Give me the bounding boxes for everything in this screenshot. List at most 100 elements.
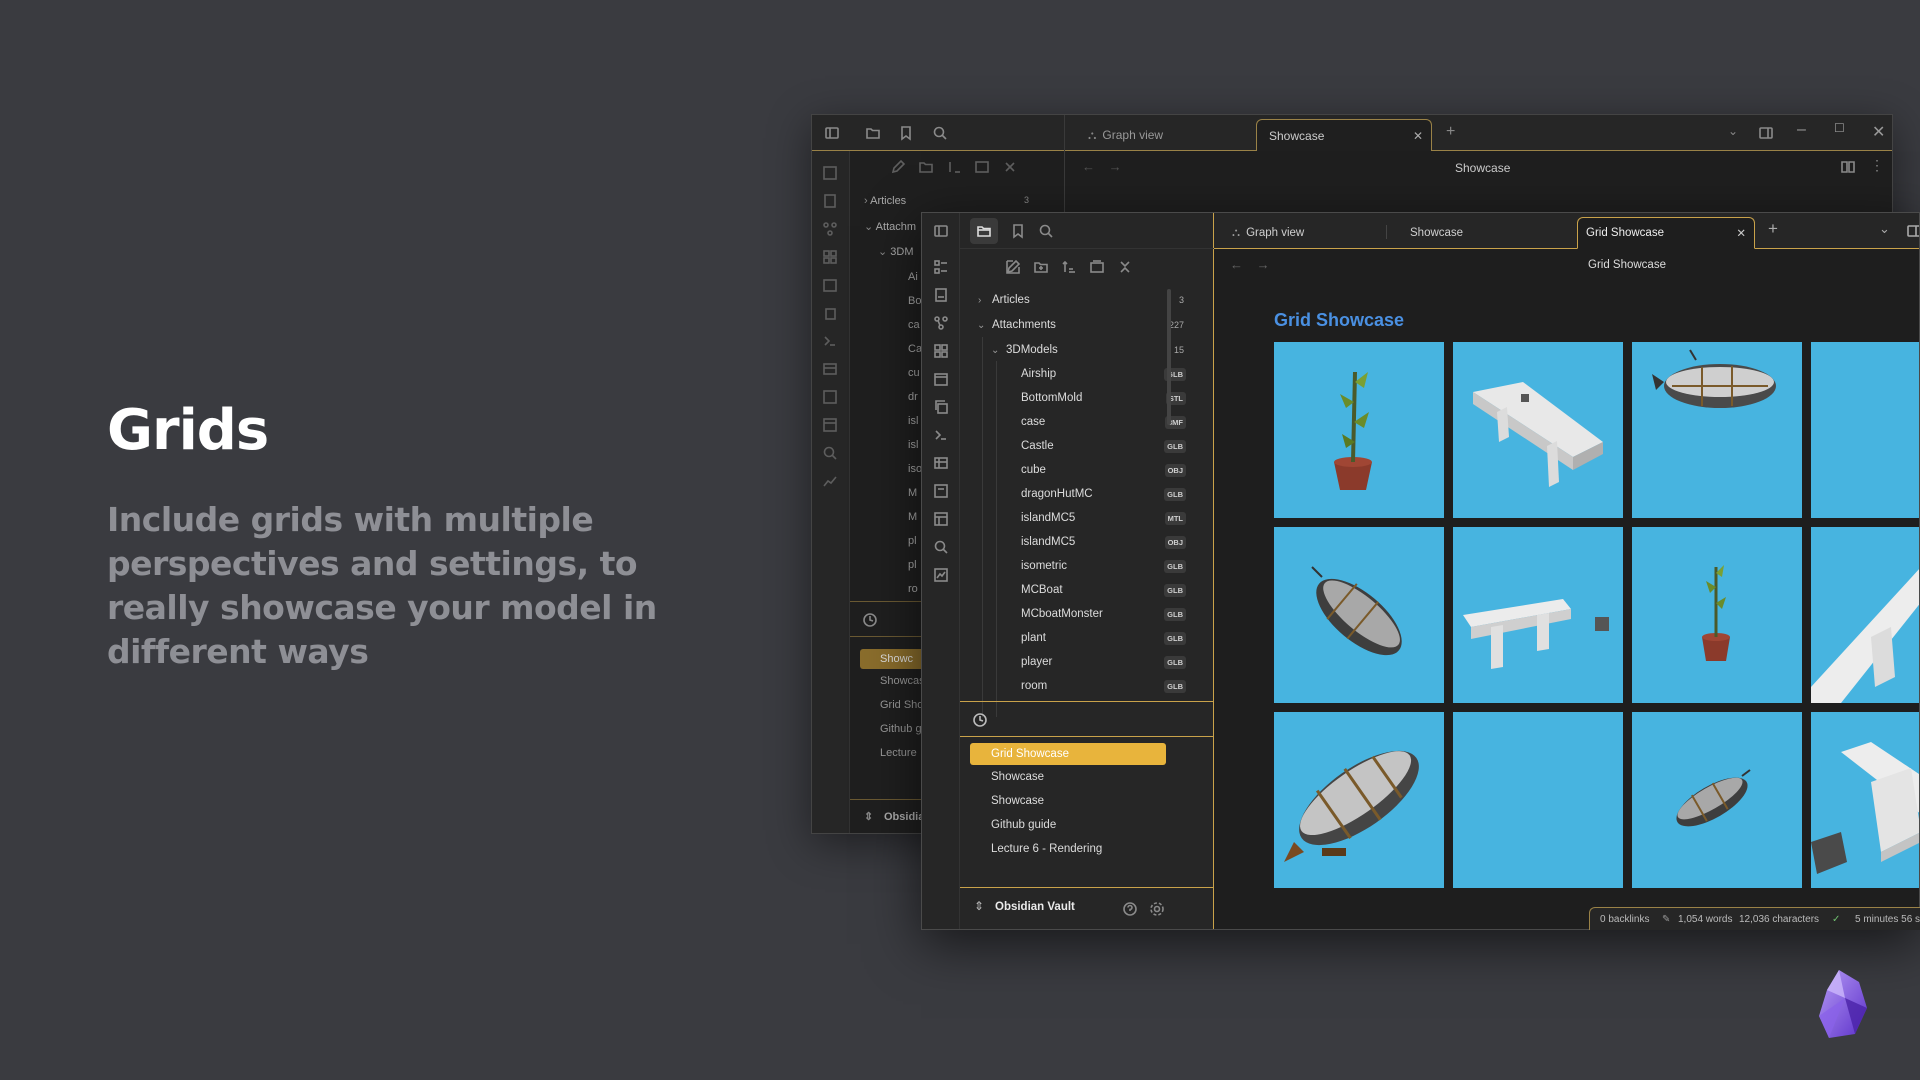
back-tree-item[interactable]: isl [908, 439, 918, 451]
files-icon[interactable] [822, 193, 838, 209]
sort-icon[interactable] [946, 159, 962, 175]
tab-grid-showcase[interactable]: Grid Showcase ✕ [1577, 217, 1755, 249]
tree-file[interactable]: islandMC5 OBJ [960, 531, 1214, 553]
forward-arrow-icon[interactable]: → [1257, 257, 1270, 272]
edit-pencil-icon[interactable]: ✎ [1662, 914, 1670, 925]
back-tree-item[interactable]: M [908, 511, 917, 523]
back-tab-showcase[interactable]: Showcase ✕ [1256, 119, 1432, 151]
calendar-icon[interactable] [822, 277, 838, 293]
grid-cell-bench[interactable] [1811, 712, 1919, 888]
tree-folder-3dmodels[interactable]: ⌄ 3DModels 15 [960, 339, 1214, 361]
search-icon[interactable] [933, 539, 949, 555]
tree-file[interactable]: plant GLB [960, 627, 1214, 649]
grid-icon[interactable] [933, 343, 949, 359]
bookmark-icon[interactable] [1010, 223, 1026, 239]
terminal-icon[interactable] [822, 333, 838, 349]
tree-file[interactable]: MCBoat GLB [960, 579, 1214, 601]
grid-cell-airship[interactable] [1632, 712, 1802, 888]
recent-item[interactable]: Lecture 6 - Rendering [970, 838, 1166, 860]
collapse-icon[interactable] [1089, 259, 1105, 275]
close-all-icon[interactable] [1117, 259, 1133, 275]
new-folder-icon[interactable] [918, 159, 934, 175]
files-icon[interactable] [933, 287, 949, 303]
clock-icon[interactable] [862, 612, 878, 628]
tree-file[interactable]: cube OBJ [960, 459, 1214, 481]
back-tree-item[interactable]: cu [908, 367, 920, 379]
grid-cell-bench[interactable] [1453, 527, 1623, 703]
back-tree-item[interactable]: Ca [908, 343, 922, 355]
menu-icon[interactable] [933, 259, 949, 275]
back-recent-item[interactable]: Grid Sho [880, 699, 923, 711]
back-tree-item[interactable]: isl [908, 415, 918, 427]
recent-item[interactable]: Github guide [970, 814, 1166, 836]
more-options-icon[interactable]: ⋮ [1870, 157, 1884, 174]
grid-cell-plant[interactable] [1632, 527, 1802, 703]
recent-item[interactable]: Showcase [970, 790, 1166, 812]
table-icon[interactable] [933, 455, 949, 471]
sidebar-toggle-icon[interactable] [933, 223, 949, 239]
sidebar-toggle-icon[interactable] [824, 125, 840, 141]
back-tree-attachments[interactable]: ⌄ Attachm [864, 220, 916, 233]
tree-file[interactable]: Airship GLB [960, 363, 1214, 385]
status-backlinks[interactable]: 0 backlinks [1600, 914, 1649, 925]
search-icon[interactable] [1038, 223, 1054, 239]
grid-cell-airship[interactable] [1274, 712, 1444, 888]
layout-icon[interactable] [933, 511, 949, 527]
folder-icon[interactable] [865, 125, 881, 141]
vault-switcher[interactable]: ⇕ Obsidian Vault [960, 887, 1214, 929]
search-icon[interactable] [822, 445, 838, 461]
back-tree-3dmodels[interactable]: ⌄ 3DM [878, 245, 914, 258]
tab-graph-view[interactable]: ⛬ Graph view [1232, 217, 1382, 249]
back-recent-item[interactable]: Showcas [880, 675, 925, 687]
copy-icon[interactable] [822, 305, 838, 321]
collapse-icon[interactable] [974, 159, 990, 175]
layout-icon[interactable] [822, 417, 838, 433]
tree-file[interactable]: case 3MF [960, 411, 1214, 433]
tree-file[interactable]: room GLB [960, 675, 1214, 697]
grid-cell-bench[interactable] [1453, 342, 1623, 518]
grid-cell-airship[interactable] [1632, 342, 1802, 518]
back-tree-item[interactable]: dr [908, 391, 918, 403]
settings-gear-icon[interactable] [1149, 901, 1165, 917]
right-sidebar-icon[interactable] [1758, 125, 1774, 141]
tree-file[interactable]: MCboatMonster GLB [960, 603, 1214, 625]
new-note-icon[interactable] [890, 159, 906, 175]
window-close-icon[interactable]: ✕ [1872, 122, 1885, 142]
tree-scrollbar[interactable] [1167, 289, 1171, 425]
minimize-icon[interactable]: – [1797, 121, 1806, 139]
grid-cell-bench[interactable] [1811, 527, 1919, 703]
search-icon[interactable] [932, 125, 948, 141]
tree-folder-articles[interactable]: › Articles 3 [960, 289, 1214, 311]
back-tree-item[interactable]: pl [908, 559, 917, 571]
chevron-down-icon[interactable]: ⌄ [1728, 124, 1738, 138]
reading-view-icon[interactable] [1840, 159, 1856, 175]
table-icon[interactable] [822, 361, 838, 377]
files-tab[interactable] [970, 218, 998, 244]
back-tree-articles[interactable]: › Articles 3 [864, 195, 1029, 207]
back-recent-item[interactable]: Lecture [880, 747, 917, 759]
close-tab-icon[interactable]: ✕ [1736, 226, 1746, 240]
calendar-icon[interactable] [933, 371, 949, 387]
back-tab-graph[interactable]: ⛬ Graph view [1076, 119, 1262, 151]
clock-icon[interactable] [972, 712, 988, 728]
maximize-icon[interactable]: ☐ [1834, 121, 1845, 135]
back-tree-item[interactable]: M [908, 487, 917, 499]
template-icon[interactable] [822, 389, 838, 405]
new-note-icon[interactable] [1005, 259, 1021, 275]
tab-showcase[interactable]: Showcase [1410, 217, 1530, 249]
grid-icon[interactable] [822, 249, 838, 265]
help-icon[interactable] [1122, 901, 1138, 917]
back-recent-item[interactable]: Github g [880, 723, 922, 735]
tree-file[interactable]: player GLB [960, 651, 1214, 673]
terminal-icon[interactable] [933, 427, 949, 443]
grid-cell-empty[interactable] [1453, 712, 1623, 888]
graph-icon[interactable] [822, 221, 838, 237]
graph-icon[interactable] [933, 315, 949, 331]
back-arrow-icon[interactable]: ← [1230, 257, 1243, 272]
back-tree-item[interactable]: pl [908, 535, 917, 547]
tree-file[interactable]: dragonHutMC GLB [960, 483, 1214, 505]
close-icon[interactable]: ✕ [1413, 129, 1423, 143]
grid-cell-plant[interactable] [1274, 342, 1444, 518]
back-tree-item[interactable]: ro [908, 583, 918, 595]
grid-cell-airship[interactable] [1274, 527, 1444, 703]
